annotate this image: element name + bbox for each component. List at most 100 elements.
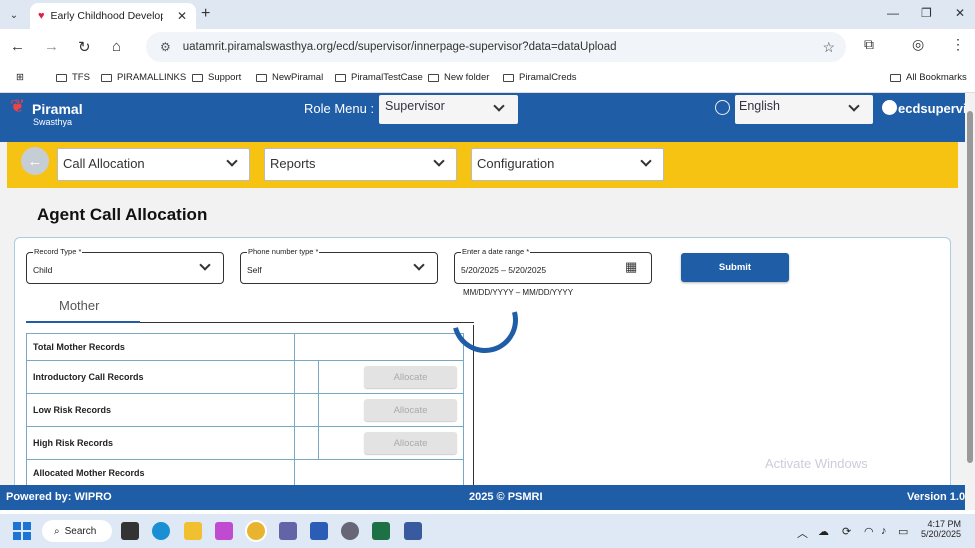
folder-icon <box>101 73 112 82</box>
close-window-icon[interactable]: ✕ <box>955 6 965 20</box>
table-row: Low Risk Records Allocate <box>26 393 464 427</box>
globe-icon <box>715 100 730 115</box>
row-label: Allocated Mother Records <box>26 459 295 485</box>
user-avatar-icon[interactable] <box>882 100 897 115</box>
bookmark-tfs[interactable]: TFS <box>56 72 90 83</box>
search-icon: ⌕ <box>54 525 60 537</box>
settings-icon[interactable] <box>341 522 359 540</box>
copyright: 2025 © PSMRI <box>469 491 543 503</box>
battery-icon[interactable]: ▭ <box>898 525 908 538</box>
copilot-icon[interactable] <box>215 522 233 540</box>
scrollbar-thumb[interactable] <box>967 111 973 463</box>
row-value <box>294 459 464 485</box>
site-settings-icon[interactable]: ⚙ <box>160 40 171 54</box>
folder-icon <box>335 73 346 82</box>
calendar-icon[interactable]: ▦ <box>625 259 637 275</box>
minimize-icon[interactable]: — <box>887 6 899 20</box>
chevron-down-icon <box>640 155 652 167</box>
app-header: ❦ Piramal Swasthya Role Menu : Superviso… <box>0 93 965 142</box>
date-range-field[interactable]: Enter a date range * 5/20/2025 – 5/20/20… <box>454 247 652 284</box>
apps-icon[interactable]: ⊞ <box>16 72 24 83</box>
back-icon[interactable]: ← <box>10 38 25 55</box>
table-row: High Risk Records Allocate <box>26 426 464 460</box>
teams-icon[interactable] <box>279 522 297 540</box>
extensions-icon[interactable]: ⧉ <box>864 36 874 53</box>
more-menu-icon[interactable]: ⋮ <box>951 36 965 53</box>
language-select[interactable]: English <box>735 95 873 124</box>
app-footer: Powered by: WIPRO 2025 © PSMRI Version 1… <box>0 485 965 510</box>
menu-bar: ← Call Allocation Reports Configuration <box>7 142 958 188</box>
home-icon[interactable]: ⌂ <box>112 38 121 55</box>
windows-start-icon[interactable] <box>13 522 31 540</box>
browser-toolbar: ← → ↻ ⌂ ⚙ uatamrit.piramalswasthya.org/e… <box>0 29 975 63</box>
bookmark-piramaltestcase[interactable]: PiramalTestCase <box>335 72 423 83</box>
bookmark-newpiramal[interactable]: NewPiramal <box>256 72 323 83</box>
wifi-icon[interactable]: ◠ <box>864 525 874 538</box>
tab-mother[interactable]: Mother <box>59 298 99 313</box>
tab-title: Early Childhood Developmen <box>50 10 163 22</box>
tab-active-indicator <box>26 321 140 323</box>
configuration-menu[interactable]: Configuration <box>471 148 664 181</box>
allocate-button[interactable]: Allocate <box>364 399 457 421</box>
taskbar-search[interactable]: ⌕ Search <box>42 520 112 542</box>
row-value <box>294 360 319 394</box>
tab-divider <box>140 322 474 323</box>
bookmark-new-folder[interactable]: New folder <box>428 72 489 83</box>
onedrive-icon[interactable]: ☁ <box>818 525 829 538</box>
new-tab-icon[interactable]: + <box>201 5 210 23</box>
close-tab-icon[interactable]: ✕ <box>177 9 187 23</box>
remote-desktop-icon[interactable] <box>404 522 422 540</box>
call-allocation-menu[interactable]: Call Allocation <box>57 148 250 181</box>
row-value <box>294 393 319 427</box>
bookmark-piramalcreds[interactable]: PiramalCreds <box>503 72 577 83</box>
username[interactable]: ecdsupervis <box>898 101 965 116</box>
powered-by: Powered by: WIPRO <box>6 491 112 503</box>
row-label: Introductory Call Records <box>26 360 295 394</box>
windows-taskbar: ⌕ Search ︿ ☁ ⟳ ◠ ♪ ▭ 4:17 PM 5/20/2025 <box>0 514 975 548</box>
row-action: Allocate <box>318 393 464 427</box>
taskbar-clock[interactable]: 4:17 PM 5/20/2025 <box>918 519 961 539</box>
restore-icon[interactable]: ❐ <box>921 6 932 20</box>
table-row: Total Mother Records <box>26 333 464 361</box>
row-label: Low Risk Records <box>26 393 295 427</box>
allocate-button[interactable]: Allocate <box>364 366 457 388</box>
role-menu-label: Role Menu : <box>304 101 375 116</box>
edge-icon[interactable] <box>152 522 170 540</box>
submit-button[interactable]: Submit <box>681 253 789 282</box>
role-select[interactable]: Supervisor <box>379 95 518 124</box>
folder-icon <box>503 73 514 82</box>
folder-icon <box>192 73 203 82</box>
sync-icon[interactable]: ⟳ <box>842 525 851 538</box>
profile-icon[interactable]: ◎ <box>912 36 924 53</box>
folder-icon <box>56 73 67 82</box>
page-scrollbar[interactable] <box>965 93 975 510</box>
allocate-button[interactable]: Allocate <box>364 432 457 454</box>
volume-icon[interactable]: ♪ <box>881 525 887 537</box>
chevron-down-icon <box>848 100 860 112</box>
excel-icon[interactable] <box>372 522 390 540</box>
bookmark-piramallinks[interactable]: PIRAMALLINKS <box>101 72 186 83</box>
bookmark-star-icon[interactable]: ☆ <box>822 39 835 56</box>
phone-type-select[interactable]: Phone number type * Self <box>240 247 438 284</box>
tray-chevron-icon[interactable]: ︿ <box>797 525 808 541</box>
bookmark-support[interactable]: Support <box>192 72 241 83</box>
browser-tab[interactable]: ♥ Early Childhood Developmen ✕ <box>30 3 196 29</box>
word-icon[interactable] <box>310 522 328 540</box>
folder-icon <box>890 73 901 82</box>
file-explorer-icon[interactable] <box>184 522 202 540</box>
reports-menu[interactable]: Reports <box>264 148 457 181</box>
bookmarks-bar: ⊞ TFS PIRAMALLINKS Support NewPiramal Pi… <box>0 63 975 93</box>
widgets-icon[interactable] <box>121 522 139 540</box>
row-label: Total Mother Records <box>26 333 295 361</box>
back-arrow-button[interactable]: ← <box>21 147 49 175</box>
record-type-select[interactable]: Record Type * Child <box>26 247 224 284</box>
version: Version 1.0 <box>907 491 966 503</box>
all-bookmarks[interactable]: All Bookmarks <box>890 72 967 83</box>
tab-search-icon[interactable]: ⌄ <box>4 5 24 25</box>
forward-icon[interactable]: → <box>44 38 59 55</box>
folder-icon <box>428 73 439 82</box>
address-bar[interactable]: ⚙ uatamrit.piramalswasthya.org/ecd/super… <box>146 32 846 62</box>
reload-icon[interactable]: ↻ <box>78 38 91 56</box>
row-label: High Risk Records <box>26 426 295 460</box>
chrome-icon[interactable] <box>247 522 265 540</box>
